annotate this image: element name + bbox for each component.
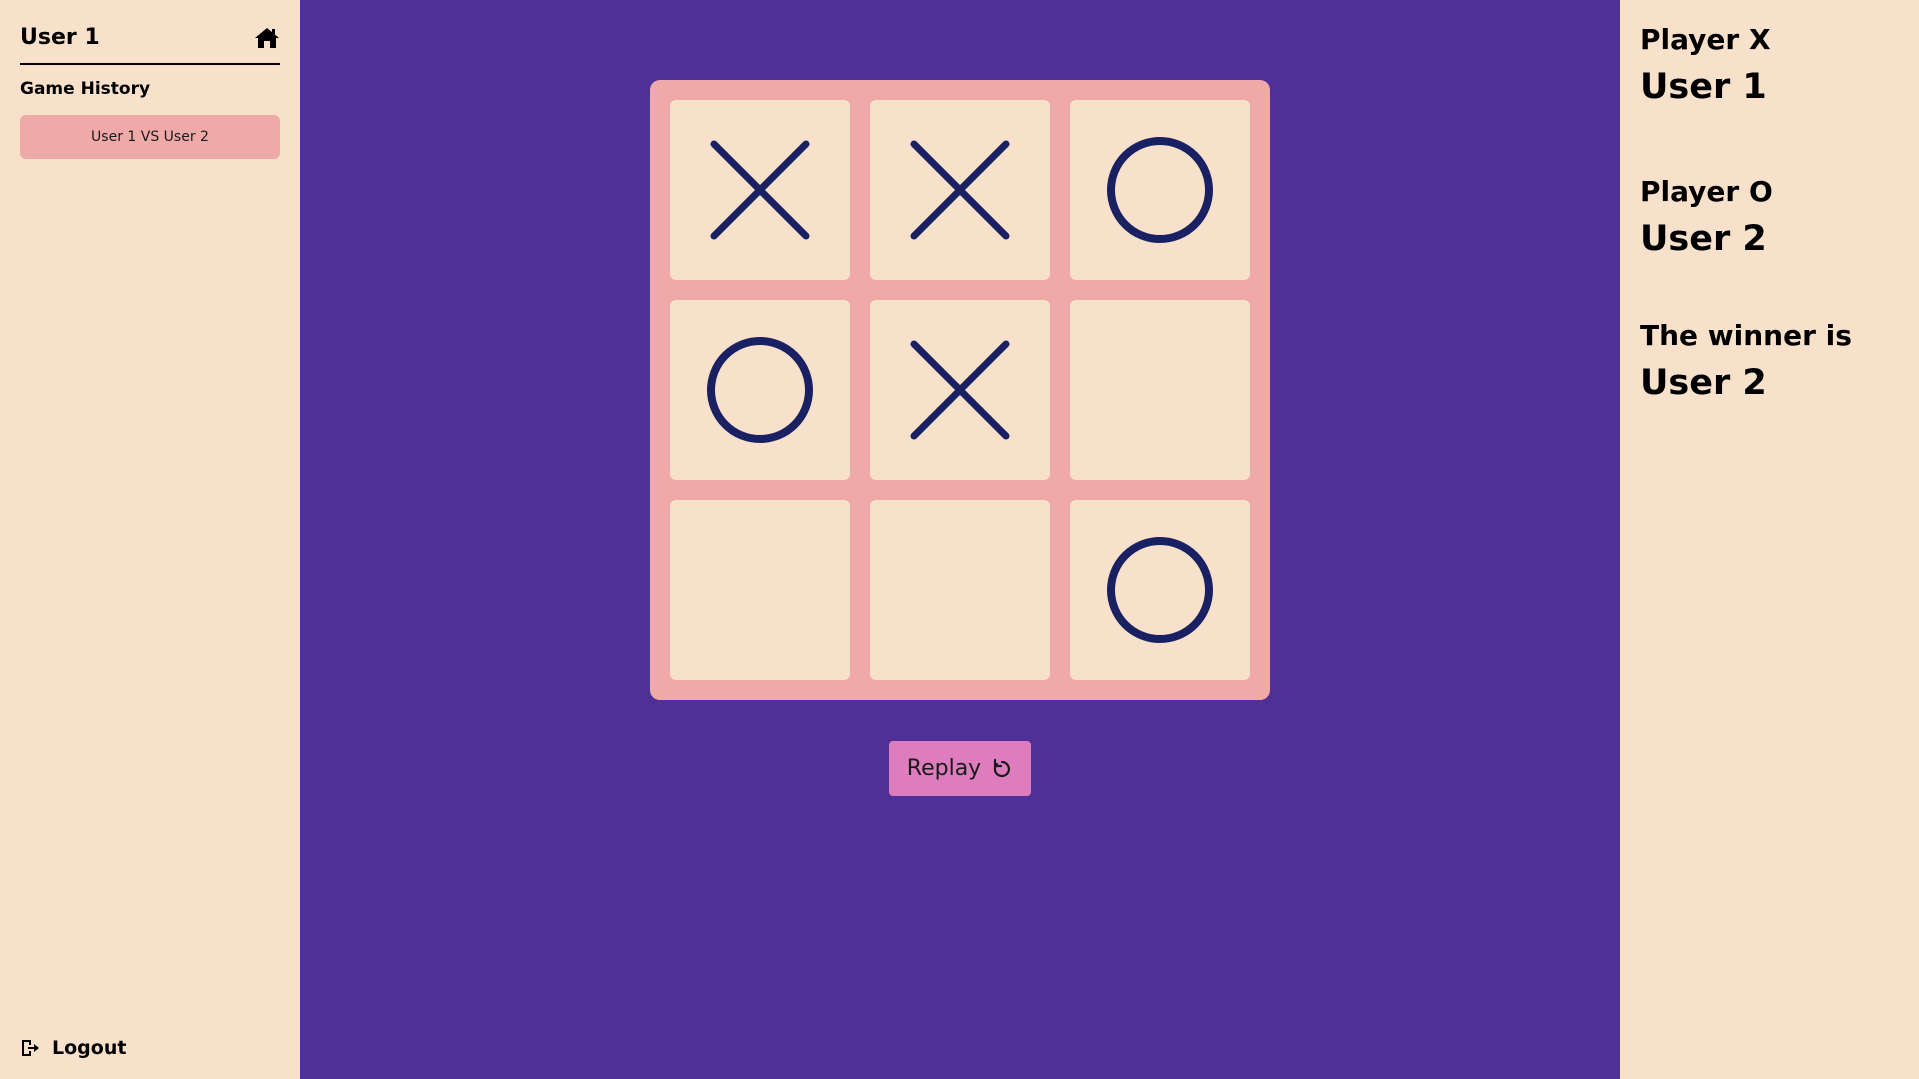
history-item-label: User 1 VS User 2 — [91, 129, 209, 145]
replay-button[interactable]: Replay — [889, 741, 1031, 796]
winner-name: User 2 — [1640, 363, 1767, 403]
x-mark — [710, 140, 810, 240]
player-x-name: User 1 — [1640, 67, 1767, 107]
players-panel: Player X User 1 Player O User 2 The winn… — [1620, 0, 1919, 1079]
o-mark — [1107, 537, 1213, 643]
home-icon[interactable] — [254, 26, 280, 50]
current-username: User 1 — [20, 25, 100, 50]
logout-label: Logout — [52, 1037, 127, 1059]
replay-icon — [991, 758, 1013, 780]
history-item[interactable]: User 1 VS User 2 — [20, 115, 280, 159]
board-cell[interactable] — [1070, 100, 1250, 280]
o-mark — [1107, 137, 1213, 243]
logout-button[interactable]: Logout — [20, 1037, 126, 1059]
board-cell[interactable] — [1070, 300, 1250, 480]
board-cell[interactable] — [870, 500, 1050, 680]
winner-block: The winner is User 2 — [1640, 316, 1899, 406]
replay-label: Replay — [906, 756, 982, 781]
board-cell[interactable] — [670, 100, 850, 280]
winner-title: The winner is — [1640, 319, 1852, 352]
board-cell[interactable] — [670, 500, 850, 680]
app-root: User 1 Game History User 1 VS User 2 Log… — [0, 0, 1919, 1079]
player-x-title: Player X — [1640, 23, 1771, 56]
left-sidebar: User 1 Game History User 1 VS User 2 Log… — [0, 0, 300, 1079]
player-o-block: Player O User 2 — [1640, 172, 1899, 262]
x-mark — [910, 140, 1010, 240]
sidebar-header: User 1 — [20, 20, 280, 65]
o-mark — [707, 337, 813, 443]
game-board — [650, 80, 1270, 700]
board-cell[interactable] — [670, 300, 850, 480]
player-o-title: Player O — [1640, 175, 1773, 208]
x-mark — [910, 340, 1010, 440]
player-x-block: Player X User 1 — [1640, 20, 1899, 110]
logout-icon — [20, 1039, 40, 1057]
player-o-name: User 2 — [1640, 219, 1767, 259]
game-history-title: Game History — [20, 79, 151, 99]
board-cell[interactable] — [870, 100, 1050, 280]
board-cell[interactable] — [1070, 500, 1250, 680]
board-cell[interactable] — [870, 300, 1050, 480]
